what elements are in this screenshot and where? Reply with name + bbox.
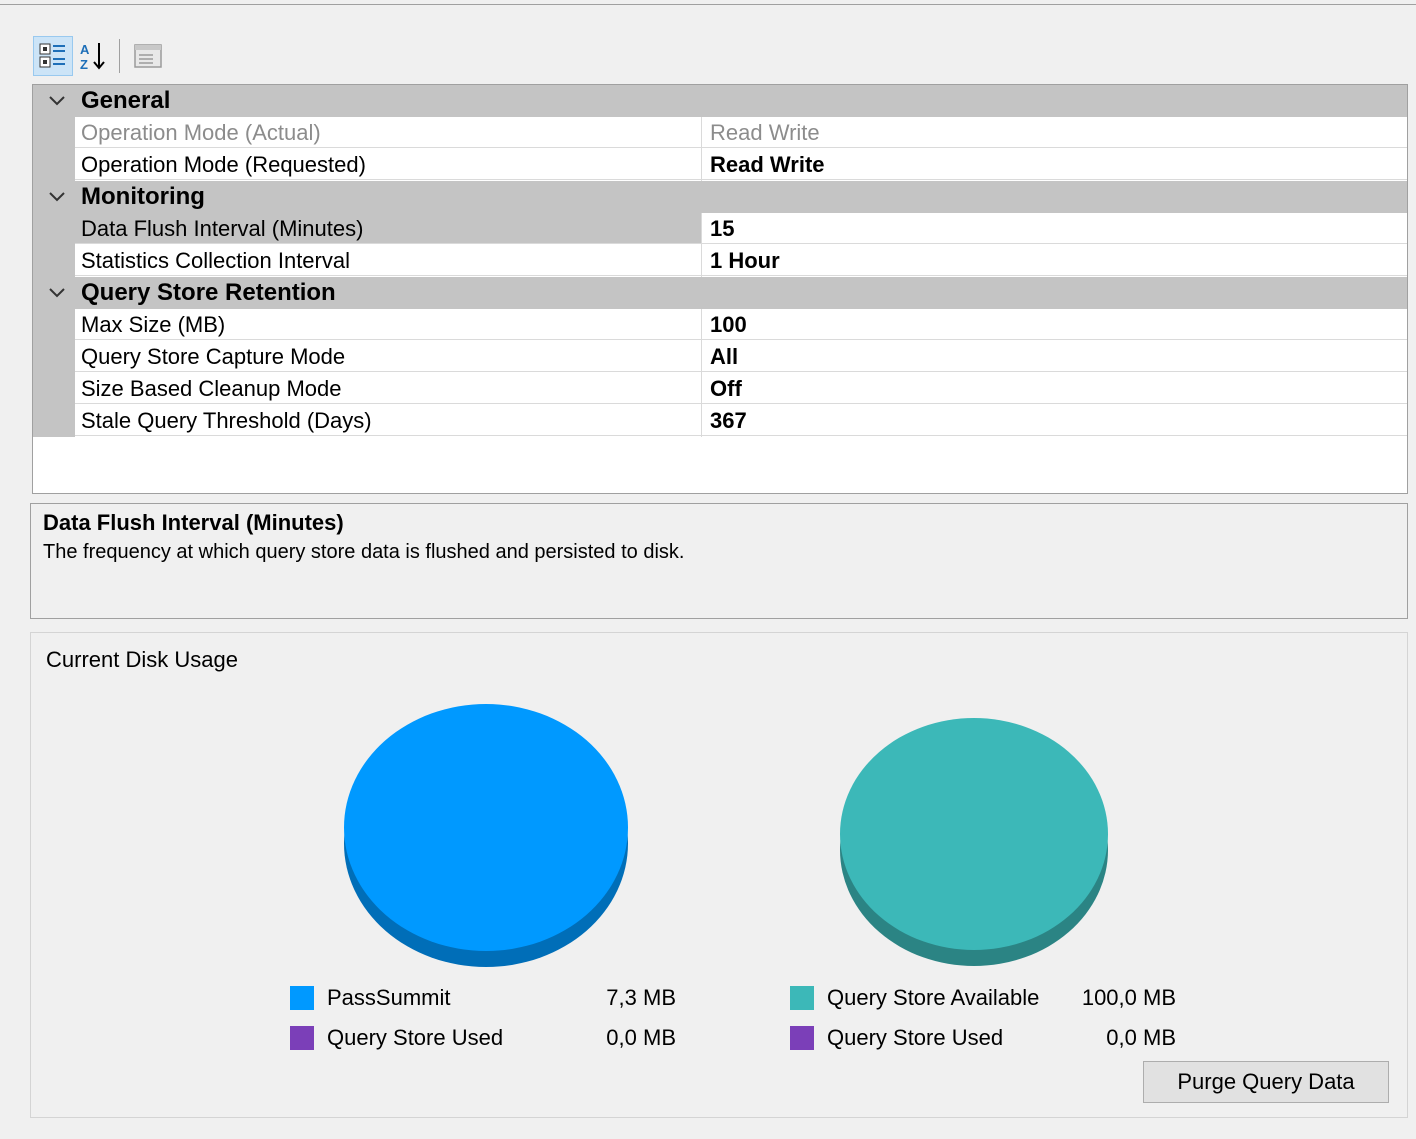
row-gutter: [33, 213, 75, 245]
property-pages-icon: [134, 44, 162, 68]
description-text: The frequency at which query store data …: [43, 541, 685, 563]
svg-text:Z: Z: [80, 57, 88, 72]
property-grid-toolbar: A Z: [33, 36, 168, 76]
svg-text:A: A: [80, 42, 90, 57]
property-row-size-based-cleanup-mode[interactable]: Size Based Cleanup Mode Off: [33, 373, 1407, 405]
top-border: [0, 4, 1416, 5]
query-store-size-pie-chart: [840, 718, 1108, 966]
property-name: Stale Query Threshold (Days): [75, 405, 701, 436]
property-row-capture-mode[interactable]: Query Store Capture Mode All: [33, 341, 1407, 373]
row-gutter: [33, 373, 75, 405]
alphabetical-sort-button[interactable]: A Z: [73, 36, 113, 76]
property-value[interactable]: Off: [702, 373, 1407, 404]
alphabetical-sort-icon: A Z: [80, 42, 105, 72]
legend-label: Query Store Available: [827, 985, 1040, 1010]
property-row-operation-mode-actual[interactable]: Operation Mode (Actual) Read Write: [33, 117, 1407, 149]
row-gutter: [33, 309, 75, 341]
property-name: Max Size (MB): [75, 309, 701, 340]
legend-label: Query Store Used: [827, 1025, 1004, 1050]
legend-label: Query Store Used: [327, 1025, 504, 1050]
property-name: Data Flush Interval (Minutes): [75, 213, 701, 244]
property-value[interactable]: All: [702, 341, 1407, 372]
legend-swatch: [790, 986, 814, 1010]
legend-value: 7,3 MB: [606, 985, 676, 1010]
legend-value: 0,0 MB: [606, 1025, 676, 1050]
property-value: Read Write: [702, 117, 1407, 148]
property-description-panel: Data Flush Interval (Minutes) The freque…: [30, 503, 1408, 619]
purge-query-data-button[interactable]: Purge Query Data: [1143, 1061, 1389, 1103]
property-value[interactable]: Read Write: [702, 149, 1407, 180]
category-label: Query Store Retention: [81, 279, 336, 306]
property-name: Size Based Cleanup Mode: [75, 373, 701, 404]
legend-value: 100,0 MB: [1081, 985, 1176, 1010]
legend-swatch: [290, 986, 314, 1010]
property-row-max-size[interactable]: Max Size (MB) 100: [33, 309, 1407, 341]
description-title: Data Flush Interval (Minutes): [43, 510, 344, 535]
property-name: Operation Mode (Actual): [75, 117, 701, 148]
property-value[interactable]: 15: [702, 213, 1407, 244]
category-label: Monitoring: [81, 183, 205, 210]
property-name: Query Store Capture Mode: [75, 341, 701, 372]
property-grid: General Operation Mode (Actual) Read Wri…: [32, 84, 1408, 494]
pie-slice-passsummit: [344, 704, 628, 951]
category-general[interactable]: General: [33, 85, 1407, 117]
disk-usage-group: Current Disk Usage: [30, 632, 1408, 1118]
property-name: Operation Mode (Requested): [75, 149, 701, 180]
property-value[interactable]: 1 Hour: [702, 245, 1407, 276]
categorized-icon: [39, 43, 65, 68]
property-row-operation-mode-requested[interactable]: Operation Mode (Requested) Read Write: [33, 149, 1407, 181]
row-gutter: [33, 341, 75, 373]
row-gutter: [33, 149, 75, 181]
disk-usage-title: Current Disk Usage: [46, 647, 238, 672]
category-monitoring[interactable]: Monitoring: [33, 181, 1407, 213]
category-label: General: [81, 87, 171, 114]
legend-item-query-store-available: Query Store Available 100,0 MB: [790, 985, 1180, 1011]
property-value[interactable]: 367: [702, 405, 1407, 436]
chevron-down-icon[interactable]: [41, 277, 73, 309]
property-value[interactable]: 100: [702, 309, 1407, 340]
row-gutter: [33, 405, 75, 437]
pie-slice-query-store-available: [840, 718, 1108, 950]
legend-item-query-store-used: Query Store Used 0,0 MB: [790, 1025, 1180, 1051]
property-pages-button[interactable]: [128, 36, 168, 76]
row-gutter: [33, 117, 75, 149]
property-row-stale-query-threshold[interactable]: Stale Query Threshold (Days) 367: [33, 405, 1407, 437]
property-row-data-flush-interval[interactable]: Data Flush Interval (Minutes) 15: [33, 213, 1407, 245]
toolbar-separator: [119, 39, 120, 73]
legend-item-passsummit: PassSummit 7,3 MB: [290, 985, 680, 1011]
legend-swatch: [790, 1026, 814, 1050]
legend-value: 0,0 MB: [1106, 1025, 1176, 1050]
legend-swatch: [290, 1026, 314, 1050]
chevron-down-icon[interactable]: [41, 181, 73, 213]
legend-label: PassSummit: [327, 985, 451, 1010]
legend-item-query-store-used: Query Store Used 0,0 MB: [290, 1025, 680, 1051]
database-size-pie-chart: [344, 704, 628, 967]
chevron-down-icon[interactable]: [41, 85, 73, 117]
property-row-statistics-collection-interval[interactable]: Statistics Collection Interval 1 Hour: [33, 245, 1407, 277]
categorized-button[interactable]: [33, 36, 73, 76]
row-gutter: [33, 245, 75, 277]
property-name: Statistics Collection Interval: [75, 245, 701, 276]
category-query-store-retention[interactable]: Query Store Retention: [33, 277, 1407, 309]
